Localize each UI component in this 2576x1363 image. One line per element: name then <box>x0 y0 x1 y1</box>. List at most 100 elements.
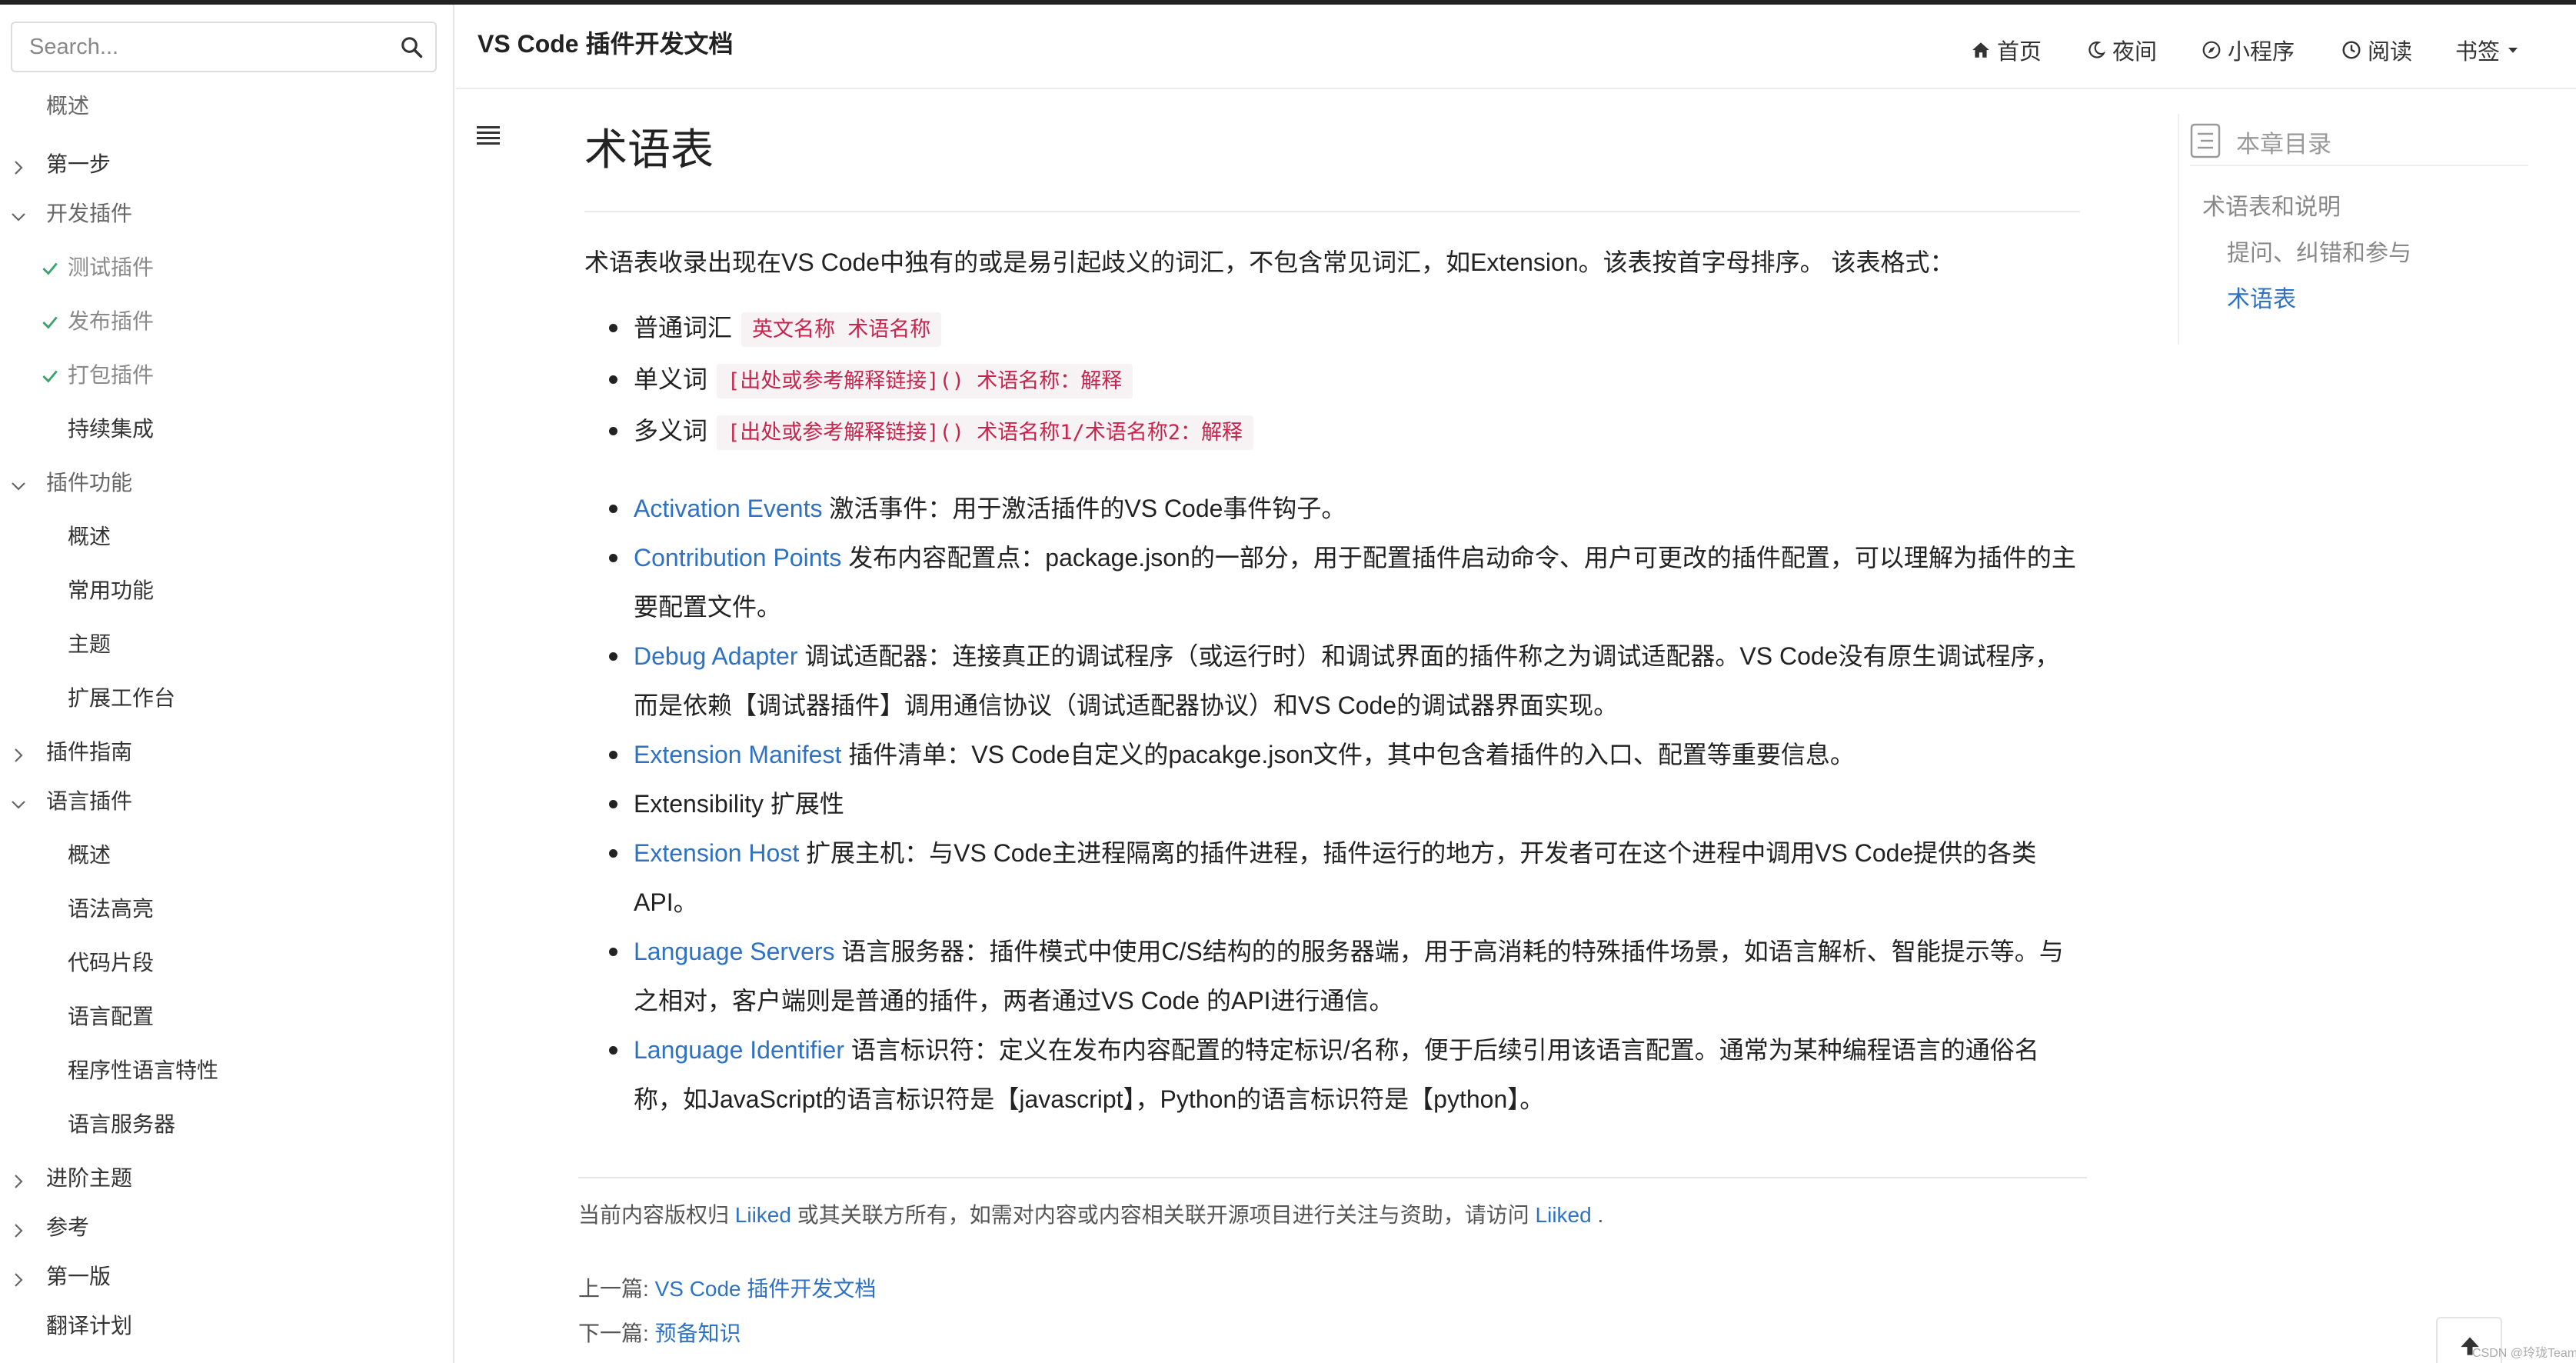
search-input[interactable] <box>29 23 391 71</box>
term-link-extension-manifest[interactable]: Extension Manifest <box>634 741 841 768</box>
compass-icon <box>2202 41 2221 59</box>
sidebar-item-extension-capabilities[interactable]: 插件功能 <box>46 462 132 505</box>
main-content: 术语表 术语表收录出现在VS Code中独有的或是易引起歧义的词汇，不包含常见词… <box>584 115 2080 1124</box>
prev-page: 上一篇: VS Code 插件开发文档 <box>578 1272 2087 1303</box>
term-link-language-servers[interactable]: Language Servers <box>634 938 835 965</box>
sidebar-item-extension-guides[interactable]: 插件指南 <box>46 731 132 774</box>
sidebar-item-translation-plan[interactable]: 翻译计划 <box>46 1305 132 1348</box>
term-item: Debug Adapter 调试适配器：连接真正的调试程序（或运行时）和调试界面… <box>584 632 2080 730</box>
format-label: 单义词 <box>634 365 708 393</box>
page-footer: 当前内容版权归 Liiked 或其关联方所有，如需对内容或内容相关联开源项目进行… <box>578 1177 2087 1348</box>
term-description: 调试适配器：连接真正的调试程序（或运行时）和调试界面的插件称之为调试适配器。VS… <box>797 642 2060 670</box>
nav-night-label: 夜间 <box>2112 40 2158 65</box>
sidebar-item-snippets[interactable]: 代码片段 <box>68 941 154 985</box>
chevron-right-icon[interactable] <box>9 1271 28 1289</box>
sidebar-item-programmatic-language-features[interactable]: 程序性语言特性 <box>68 1049 218 1092</box>
term-description-cont: 称，如JavaScript的语言标识符是【javascript】，Python的… <box>634 1085 1545 1113</box>
sidebar-item-bundling-extensions[interactable]: 打包插件 <box>68 354 154 397</box>
sidebar-item-language-configuration[interactable]: 语言配置 <box>68 995 154 1038</box>
sidebar-item-testing-extensions[interactable]: 测试插件 <box>68 246 154 289</box>
term-description: 语言服务器：插件模式中使用C/S结构的的服务器端，用于高消耗的特殊插件场景，如语… <box>834 938 2064 965</box>
sidebar-item-common-capabilities[interactable]: 常用功能 <box>68 569 154 612</box>
chevron-down-icon[interactable] <box>9 208 28 226</box>
copyright-notice: 当前内容版权归 Liiked 或其关联方所有，如需对内容或内容相关联开源项目进行… <box>578 1198 2087 1229</box>
sidebar-item-capabilities-overview[interactable]: 概述 <box>68 515 111 558</box>
owner-link[interactable]: Liiked <box>1536 1203 1592 1227</box>
nav-reading[interactable]: 阅读 <box>2341 34 2412 66</box>
chevron-right-icon[interactable] <box>9 746 28 765</box>
format-code: [出处或参考解释链接]() 术语名称1/术语名称2：解释 <box>717 415 1254 450</box>
term-item: Extension Host 扩展主机：与VS Code主进程隔离的插件进程，插… <box>584 828 2080 927</box>
check-icon <box>42 316 58 329</box>
sidebar-item-first-step[interactable]: 第一步 <box>46 143 111 186</box>
sidebar-item-language-server[interactable]: 语言服务器 <box>68 1103 175 1146</box>
term-item: Contribution Points 发布内容配置点：package.json… <box>584 533 2080 632</box>
nav-night-mode[interactable]: 夜间 <box>2086 34 2157 66</box>
term-item: Activation Events 激活事件：用于激活插件的VS Code事件钩… <box>584 484 2080 533</box>
toc-item-questions[interactable]: 提问、纠错和参与 <box>2227 234 2411 268</box>
term-description-cont: 而是依赖【调试器插件】调用通信协议（调试适配器协议）和VS Code的调试器界面… <box>634 691 1619 719</box>
intro-paragraph: 术语表收录出现在VS Code中独有的或是易引起歧义的词汇，不包含常见词汇，如E… <box>584 248 1955 276</box>
copyright-middle: 或其关联方所有，如需对内容或内容相关联开源项目进行关注与资助，请访问 <box>790 1203 1536 1227</box>
chevron-right-icon[interactable] <box>9 1172 28 1191</box>
term-item: Language Servers 语言服务器：插件模式中使用C/S结构的的服务器… <box>584 927 2080 1025</box>
term-link-activation-events[interactable]: Activation Events <box>634 495 822 522</box>
sidebar-item-publishing-extensions[interactable]: 发布插件 <box>68 300 154 343</box>
menu-toggle-icon[interactable] <box>477 126 500 146</box>
sidebar-item-extending-workbench[interactable]: 扩展工作台 <box>68 677 175 720</box>
term-list: Activation Events 激活事件：用于激活插件的VS Code事件钩… <box>584 484 2080 1124</box>
nav-home-label: 首页 <box>1997 40 2042 65</box>
term-description: 插件清单：VS Code自定义的pacakge.json文件，其中包含着插件的入… <box>841 741 1855 768</box>
sidebar-item-develop-extensions[interactable]: 开发插件 <box>46 192 132 235</box>
sidebar-item-continuous-integration[interactable]: 持续集成 <box>68 408 154 451</box>
list-icon <box>2190 123 2221 158</box>
nav-bookmarks[interactable]: 书签 <box>2455 34 2520 66</box>
search-icon[interactable] <box>400 35 423 58</box>
format-list: 普通词汇 英文名称 术语名称 单义词 [出处或参考解释链接]() 术语名称：解释 多… <box>584 303 2080 458</box>
sidebar-item-first-edition[interactable]: 第一版 <box>46 1255 111 1298</box>
term-description: 扩展主机：与VS Code主进程隔离的插件进程，插件运行的地方，开发者可在这个进… <box>799 839 2037 867</box>
term-description-cont: 要配置文件。 <box>634 593 782 621</box>
next-label: 下一篇: <box>578 1321 655 1345</box>
nav-mini-program[interactable]: 小程序 <box>2202 34 2295 66</box>
chevron-down-icon[interactable] <box>9 477 28 495</box>
sidebar-item-overview[interactable]: 概述 <box>46 85 89 128</box>
moon-icon <box>2088 41 2106 58</box>
chevron-down-icon[interactable] <box>9 795 28 814</box>
term-link-debug-adapter[interactable]: Debug Adapter <box>634 642 798 670</box>
prev-label: 上一篇: <box>578 1277 655 1301</box>
toc-item-glossary[interactable]: 术语表 <box>2227 280 2296 314</box>
toc-header: 本章目录 <box>2190 118 2528 166</box>
term-item: Extension Manifest 插件清单：VS Code自定义的pacak… <box>584 730 2080 779</box>
top-header: VS Code 插件开发文档 首页 夜间 小程序 阅读 书签 <box>456 5 2576 89</box>
check-icon <box>42 370 58 383</box>
sidebar-item-advanced-topics[interactable]: 进阶主题 <box>46 1157 132 1200</box>
toc-item-glossary-and-notes[interactable]: 术语表和说明 <box>2202 188 2341 222</box>
chevron-right-icon[interactable] <box>9 158 28 177</box>
format-code: [出处或参考解释链接]() 术语名称：解释 <box>717 364 1133 398</box>
term-link-contribution-points[interactable]: Contribution Points <box>634 544 841 572</box>
term-description: 发布内容配置点：package.json的一部分，用于配置插件启动命令、用户可更… <box>841 544 2076 572</box>
nav-mini-program-label: 小程序 <box>2228 40 2295 65</box>
term-link-extension-host[interactable]: Extension Host <box>634 839 799 867</box>
format-code: 英文名称 术语名称 <box>741 312 942 347</box>
next-page: 下一篇: 预备知识 <box>578 1317 2087 1348</box>
format-item: 普通词汇 英文名称 术语名称 <box>584 303 2080 355</box>
chevron-right-icon[interactable] <box>9 1221 28 1240</box>
next-page-link[interactable]: 预备知识 <box>655 1321 741 1345</box>
nav-bookmarks-label: 书签 <box>2455 40 2501 65</box>
format-item: 单义词 [出处或参考解释链接]() 术语名称：解释 <box>584 355 2080 406</box>
sidebar-item-language-overview[interactable]: 概述 <box>68 834 111 877</box>
nav-reading-label: 阅读 <box>2368 40 2413 65</box>
term-link-language-identifier[interactable]: Language Identifier <box>634 1036 844 1064</box>
book-title[interactable]: VS Code 插件开发文档 <box>478 25 733 60</box>
owner-link[interactable]: Liiked <box>735 1203 791 1227</box>
sidebar-item-references[interactable]: 参考 <box>46 1206 89 1249</box>
clock-icon <box>2342 41 2361 59</box>
sidebar-item-theming[interactable]: 主题 <box>68 623 111 666</box>
sidebar: 概述 第一步 开发插件 测试插件 发布插件 打包插件 持续集成 插件功能 概述 … <box>0 5 454 1363</box>
nav-home[interactable]: 首页 <box>1971 34 2042 66</box>
sidebar-item-language-extensions[interactable]: 语言插件 <box>46 780 132 823</box>
sidebar-item-syntax-highlight[interactable]: 语法高亮 <box>68 888 154 931</box>
prev-page-link[interactable]: VS Code 插件开发文档 <box>655 1277 877 1301</box>
